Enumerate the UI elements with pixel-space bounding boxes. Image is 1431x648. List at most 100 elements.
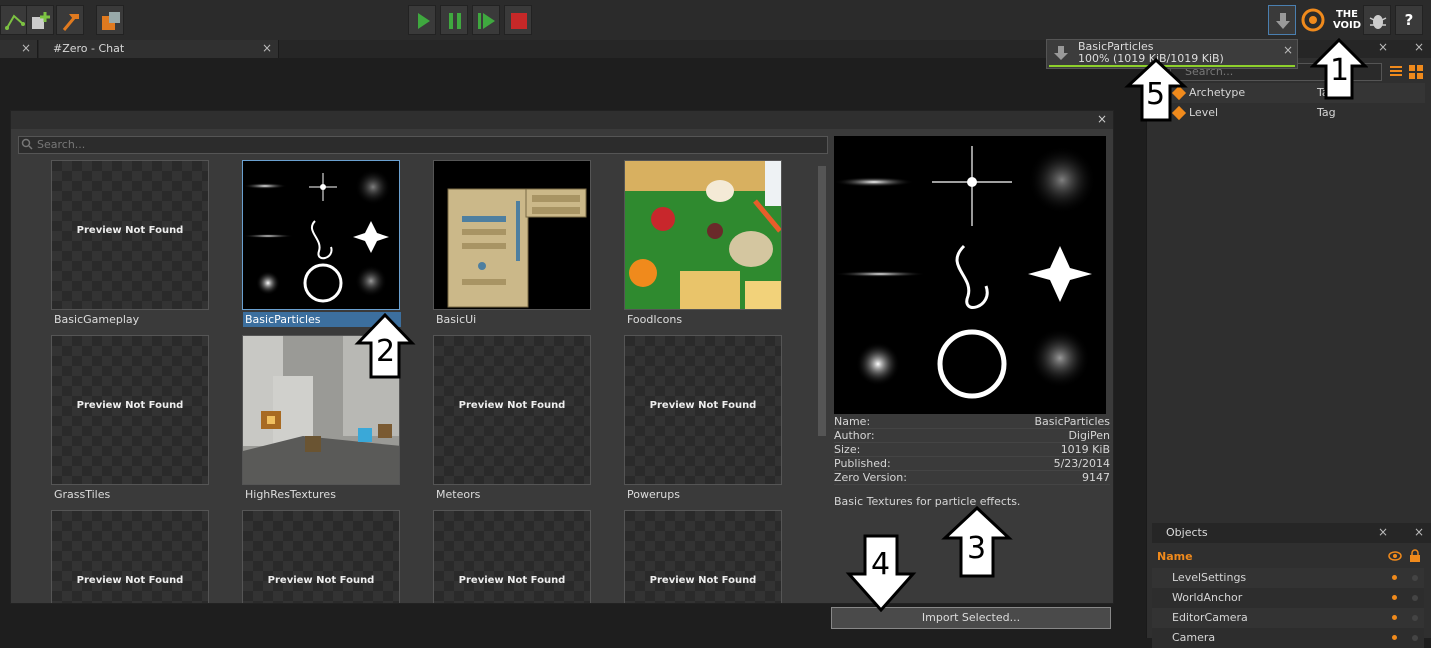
lock-dot[interactable] xyxy=(1412,615,1418,621)
package-thumbnail[interactable]: Preview Not Found xyxy=(51,510,209,603)
lock-dot[interactable] xyxy=(1412,635,1418,641)
library-row-name: Level xyxy=(1189,106,1219,119)
callout-number: 2 xyxy=(376,334,395,369)
package-tile[interactable]: Preview Not Found xyxy=(242,510,402,603)
preview-not-found: Preview Not Found xyxy=(76,225,184,236)
detail-version-row: Zero Version: 9147 xyxy=(834,471,1110,485)
object-name: LevelSettings xyxy=(1172,571,1247,584)
package-name: HighResTextures xyxy=(245,488,336,501)
visible-dot[interactable] xyxy=(1392,615,1397,620)
package-tile[interactable]: FoodIcons xyxy=(624,160,784,330)
list-item[interactable]: LevelSettings xyxy=(1152,568,1424,588)
package-thumbnail[interactable]: Preview Not Found xyxy=(624,510,782,603)
list-view-icon[interactable] xyxy=(1388,64,1404,80)
object-name: EditorCamera xyxy=(1172,611,1248,624)
callout-number: 4 xyxy=(871,547,890,582)
detail-key: Name: xyxy=(834,415,871,428)
bug-report-icon[interactable] xyxy=(1363,5,1391,35)
detail-value: DigiPen xyxy=(1068,429,1110,442)
close-icon[interactable]: × xyxy=(1378,40,1388,54)
dialog-titlebar: × xyxy=(11,111,1113,129)
library-row-name: Archetype xyxy=(1189,86,1246,99)
package-tile[interactable]: Preview Not Found Meteors xyxy=(433,335,593,505)
lock-dot[interactable] xyxy=(1412,575,1418,581)
brand-line1: THE xyxy=(1335,9,1359,20)
search-icon xyxy=(21,138,33,153)
package-thumbnail[interactable]: Preview Not Found xyxy=(242,510,400,603)
preview-not-found: Preview Not Found xyxy=(649,575,757,586)
package-tile[interactable]: Preview Not Found xyxy=(433,510,593,603)
callout-arrow-5: 5 xyxy=(1124,58,1188,122)
ui-thumbnail[interactable] xyxy=(433,160,591,310)
pause-icon[interactable] xyxy=(440,5,468,35)
stop-icon[interactable] xyxy=(504,5,532,35)
package-search-input[interactable]: Search... xyxy=(18,136,828,154)
download-icon xyxy=(1053,45,1069,64)
close-icon[interactable]: × xyxy=(1414,40,1424,54)
detail-key: Published: xyxy=(834,457,891,470)
preview-not-found: Preview Not Found xyxy=(267,575,375,586)
package-tile[interactable]: Preview Not Found Powerups xyxy=(624,335,784,505)
close-icon[interactable]: × xyxy=(1378,525,1388,539)
package-tile-selected[interactable]: BasicParticles xyxy=(242,160,402,330)
detail-value: BasicParticles xyxy=(1034,415,1111,428)
package-preview-image xyxy=(834,136,1106,414)
close-icon[interactable]: × xyxy=(1283,43,1293,57)
package-name: Powerups xyxy=(627,488,680,501)
list-item[interactable]: WorldAnchor xyxy=(1152,588,1424,608)
particles-thumbnail[interactable] xyxy=(242,160,400,310)
library-row[interactable]: Archetype Ta xyxy=(1170,83,1425,103)
resource-icon[interactable] xyxy=(96,5,124,35)
close-icon[interactable]: × xyxy=(262,40,272,57)
callout-arrow-2: 2 xyxy=(354,313,416,379)
detail-size-row: Size: 1019 KiB xyxy=(834,443,1110,457)
tab-first[interactable]: × xyxy=(0,40,38,58)
preview-not-found: Preview Not Found xyxy=(458,400,566,411)
food-thumbnail[interactable] xyxy=(624,160,782,310)
step-forward-icon[interactable] xyxy=(472,5,500,35)
package-thumbnail[interactable]: Preview Not Found xyxy=(433,510,591,603)
package-thumbnail[interactable]: Preview Not Found xyxy=(51,335,209,485)
download-icon[interactable] xyxy=(1268,5,1296,35)
package-grid: Preview Not Found BasicGameplay BasicPar… xyxy=(17,157,821,603)
library-row[interactable]: Level Tag xyxy=(1170,103,1425,123)
brand-logo: THE VOID xyxy=(1332,9,1362,31)
package-name: BasicUi xyxy=(436,313,477,326)
package-tile[interactable]: Preview Not Found xyxy=(624,510,784,603)
package-tile[interactable]: BasicUi xyxy=(433,160,593,330)
package-thumbnail[interactable]: Preview Not Found xyxy=(51,160,209,310)
package-name: GrassTiles xyxy=(54,488,111,501)
detail-published-row: Published: 5/23/2014 xyxy=(834,457,1110,471)
package-tile[interactable]: Preview Not Found xyxy=(51,510,211,603)
package-tile[interactable]: Preview Not Found BasicGameplay xyxy=(51,160,211,330)
visibility-eye-icon[interactable] xyxy=(1388,550,1402,565)
lock-icon[interactable] xyxy=(1409,549,1421,566)
package-tile[interactable]: Preview Not Found GrassTiles xyxy=(51,335,211,505)
close-icon[interactable]: × xyxy=(1414,525,1424,539)
graph-tool-icon[interactable] xyxy=(0,5,28,35)
visible-dot[interactable] xyxy=(1392,595,1397,600)
tab-chat[interactable]: #Zero - Chat × xyxy=(39,40,279,58)
package-thumbnail[interactable]: Preview Not Found xyxy=(624,335,782,485)
lock-dot[interactable] xyxy=(1412,595,1418,601)
play-icon[interactable] xyxy=(408,5,436,35)
visible-dot[interactable] xyxy=(1392,575,1397,580)
objects-name-header[interactable]: Name xyxy=(1157,550,1193,563)
build-hammer-icon[interactable] xyxy=(56,5,84,35)
callout-arrow-1: 1 xyxy=(1310,38,1368,100)
grid-scrollbar[interactable] xyxy=(818,166,826,436)
detail-value: 9147 xyxy=(1082,471,1110,484)
callout-arrow-4: 4 xyxy=(845,534,917,612)
add-object-icon[interactable] xyxy=(26,5,54,35)
preview-not-found: Preview Not Found xyxy=(649,400,757,411)
help-button[interactable]: ? xyxy=(1395,5,1423,35)
tile-view-icon[interactable] xyxy=(1408,64,1424,80)
package-thumbnail[interactable]: Preview Not Found xyxy=(433,335,591,485)
list-item[interactable]: Camera xyxy=(1152,628,1424,648)
preview-not-found: Preview Not Found xyxy=(458,575,566,586)
close-icon[interactable]: × xyxy=(1097,112,1107,126)
callout-number: 1 xyxy=(1330,53,1349,88)
close-icon[interactable]: × xyxy=(21,40,31,57)
list-item[interactable]: EditorCamera xyxy=(1152,608,1424,628)
tab-label: #Zero - Chat xyxy=(53,42,125,55)
